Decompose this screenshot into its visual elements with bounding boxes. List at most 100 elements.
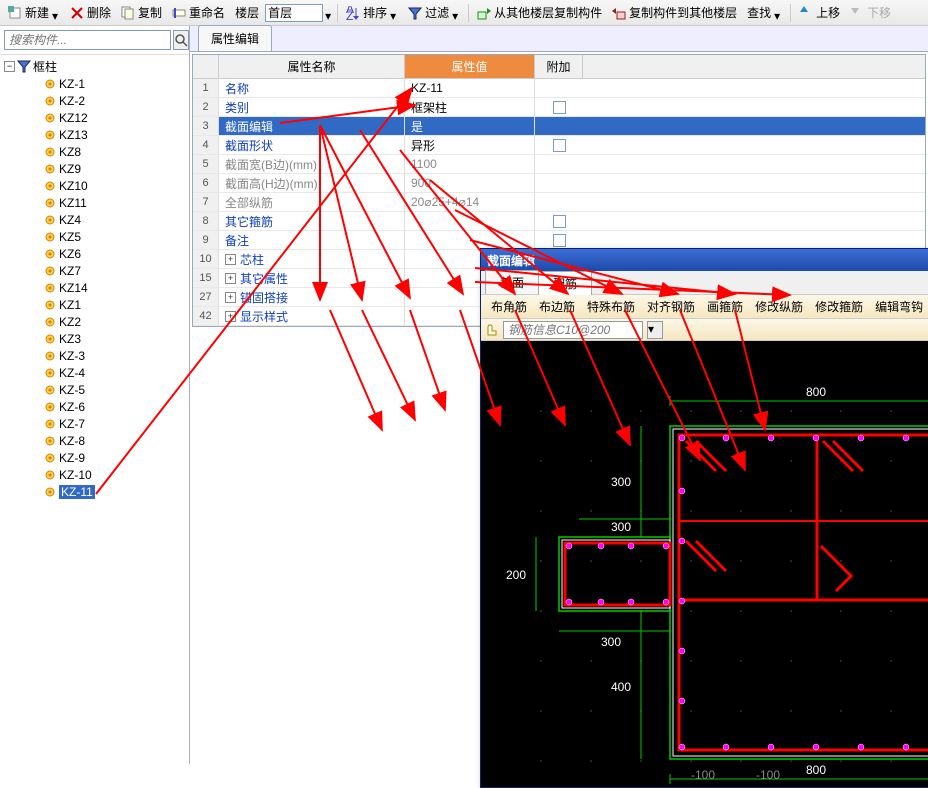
modify-stirrup-button[interactable]: 修改箍筋 [809,296,869,317]
svg-text:300: 300 [601,635,621,649]
tab-property-edit[interactable]: 属性编辑 [198,25,272,51]
property-value[interactable]: 900 [405,174,535,192]
property-row[interactable]: 5截面宽(B边)(mm)1100 [193,155,925,174]
align-rebar-button[interactable]: 对齐钢筋 [641,296,701,317]
extra-checkbox[interactable] [553,101,566,114]
property-row[interactable]: 1名称KZ-11 [193,79,925,98]
tree-leaf[interactable]: KZ-6 [32,398,189,415]
property-value[interactable]: 异形 [405,136,535,154]
hand-icon[interactable] [485,323,499,337]
property-value[interactable]: KZ-11 [405,79,535,97]
edit-bend-button[interactable]: 编辑弯钩 [869,296,928,317]
property-row[interactable]: 8其它箍筋 [193,212,925,231]
move-up-button[interactable]: 上移 [795,2,844,23]
collapse-icon[interactable]: − [4,61,15,72]
tree-root-node[interactable]: − 框柱 [4,57,189,75]
section-titlebar[interactable]: 截面编辑 [481,249,928,271]
rename-button[interactable]: 重命名 [168,2,229,23]
property-row[interactable]: 4截面形状异形 [193,136,925,155]
modify-long-button[interactable]: 修改纵筋 [749,296,809,317]
expand-icon[interactable]: + [225,254,236,265]
rebar-dropdown[interactable]: ▾ [647,321,663,339]
expand-icon[interactable]: + [225,311,236,322]
extra-checkbox[interactable] [553,215,566,228]
tree-leaf[interactable]: KZ-11 [32,483,189,500]
extra-checkbox[interactable] [553,234,566,247]
tree-leaf-label: KZ10 [59,179,88,193]
property-value[interactable] [405,212,535,230]
expand-icon[interactable]: + [225,273,236,284]
property-value[interactable]: 1100 [405,155,535,173]
tree-leaf[interactable]: KZ9 [32,160,189,177]
tree-leaf[interactable]: KZ14 [32,279,189,296]
tree-leaf[interactable]: KZ3 [32,330,189,347]
move-down-button[interactable]: 下移 [846,2,895,23]
property-value[interactable]: 框架柱 [405,98,535,116]
component-icon [44,78,56,90]
section-tab-section[interactable]: 截面 [485,270,539,294]
tree-leaf[interactable]: KZ4 [32,211,189,228]
property-row[interactable]: 6截面高(H边)(mm)900 [193,174,925,193]
tree-leaf[interactable]: KZ-2 [32,92,189,109]
svg-text:Z: Z [346,9,353,20]
tree-root-label: 框柱 [33,58,57,75]
property-row[interactable]: 7全部纵筋20⌀25+4⌀14 [193,193,925,212]
tree-leaf[interactable]: KZ-4 [32,364,189,381]
property-value[interactable]: 是 [405,117,535,135]
floor-select[interactable] [265,4,323,22]
dropdown-icon: ▾ [452,9,460,17]
property-value[interactable]: 20⌀25+4⌀14 [405,193,535,211]
tree-leaf[interactable]: KZ7 [32,262,189,279]
tree-leaf[interactable]: KZ1 [32,296,189,313]
tree-leaf[interactable]: KZ-1 [32,75,189,92]
tree-leaf[interactable]: KZ8 [32,143,189,160]
find-button[interactable]: 查找 ▾ [743,2,786,23]
dropdown-icon[interactable]: ▾ [325,9,333,17]
tree-leaf[interactable]: KZ10 [32,177,189,194]
delete-button[interactable]: 删除 [66,2,115,23]
tree-leaf[interactable]: KZ2 [32,313,189,330]
tree-leaf[interactable]: KZ5 [32,228,189,245]
component-icon [44,282,56,294]
property-value[interactable] [405,231,535,249]
tree-leaf[interactable]: KZ6 [32,245,189,262]
extra-checkbox[interactable] [553,139,566,152]
row-number: 6 [193,174,219,192]
expand-icon[interactable]: + [225,292,236,303]
search-input[interactable] [4,30,171,50]
main-toolbar: 新建 ▾ 删除 复制 重命名 楼层 ▾ AZ 排序 ▾ 过滤 ▾ 从其他楼层复制… [0,0,928,26]
property-row[interactable]: 3截面编辑是 [193,117,925,136]
search-button[interactable] [173,30,189,50]
tree-leaf[interactable]: KZ11 [32,194,189,211]
tree-leaf[interactable]: KZ-5 [32,381,189,398]
rebar-info-input[interactable] [503,321,643,339]
property-name: 类别 [219,98,405,116]
copy-button[interactable]: 复制 [117,2,166,23]
tree-leaf[interactable]: KZ-10 [32,466,189,483]
property-row[interactable]: 2类别框架柱 [193,98,925,117]
tree-leaf[interactable]: KZ-7 [32,415,189,432]
tree-leaf-label: KZ13 [59,128,88,142]
section-canvas[interactable]: 800 900 800 300 300 200 300 400 [481,341,928,787]
property-name: 备注 [219,231,405,249]
row-number: 4 [193,136,219,154]
copy-to-button[interactable]: 复制构件到其他楼层 [608,2,741,23]
tree-leaf-label: KZ-5 [59,383,85,397]
filter-icon [17,59,31,73]
new-button[interactable]: 新建 ▾ [4,2,64,23]
draw-stirrup-button[interactable]: 画箍筋 [701,296,749,317]
component-tree[interactable]: − 框柱 KZ-1KZ-2KZ12KZ13KZ8KZ9KZ10KZ11KZ4KZ… [0,55,189,764]
tree-leaf[interactable]: KZ13 [32,126,189,143]
filter-button[interactable]: 过滤 ▾ [404,2,464,23]
copy-from-label: 从其他楼层复制构件 [494,4,602,21]
tree-leaf[interactable]: KZ-3 [32,347,189,364]
corner-rebar-button[interactable]: 布角筋 [485,296,533,317]
edge-rebar-button[interactable]: 布边筋 [533,296,581,317]
section-tab-rebar[interactable]: 配筋 [538,271,592,295]
copy-from-button[interactable]: 从其他楼层复制构件 [473,2,606,23]
special-rebar-button[interactable]: 特殊布筋 [581,296,641,317]
tree-leaf[interactable]: KZ-9 [32,449,189,466]
tree-leaf[interactable]: KZ-8 [32,432,189,449]
sort-button[interactable]: AZ 排序 ▾ [342,2,402,23]
tree-leaf[interactable]: KZ12 [32,109,189,126]
